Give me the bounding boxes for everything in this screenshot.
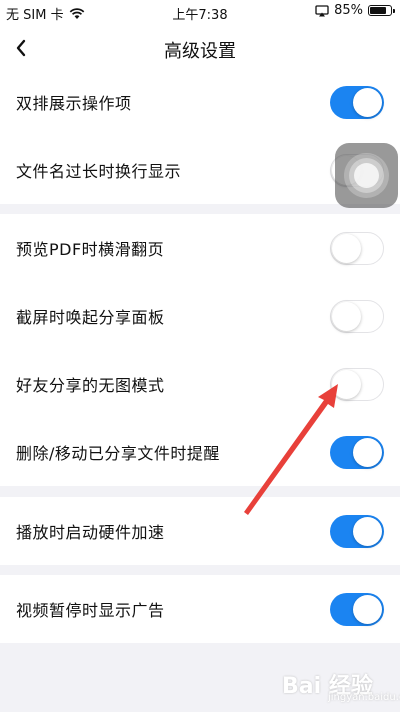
setting-row-shared-file-reminder: 删除/移动已分享文件时提醒 <box>0 418 400 486</box>
battery-percent: 85% <box>334 3 363 18</box>
watermark-subtext: jingyan.baidu.com <box>328 692 400 703</box>
toggle-knob <box>353 517 382 546</box>
setting-label: 文件名过长时换行显示 <box>16 162 182 181</box>
setting-label: 好友分享的无图模式 <box>16 376 165 395</box>
status-right: 85% <box>315 3 395 18</box>
baidu-watermark: Bai 经验 jingyan.baidu.com <box>282 658 400 708</box>
setting-row-hardware-acceleration: 播放时启动硬件加速 <box>0 497 400 565</box>
setting-row-pause-ads: 视频暂停时显示广告 <box>0 575 400 643</box>
toggle-switch[interactable] <box>330 86 384 119</box>
battery-fill <box>370 7 386 14</box>
setting-label: 删除/移动已分享文件时提醒 <box>16 444 220 463</box>
settings-group-3: 播放时启动硬件加速 <box>0 497 400 565</box>
toggle-switch[interactable] <box>330 436 384 469</box>
setting-row-dual-actions: 双排展示操作项 <box>0 68 400 136</box>
toggle-switch[interactable] <box>330 232 384 265</box>
toggle-switch[interactable] <box>330 300 384 333</box>
toggle-switch[interactable] <box>330 368 384 401</box>
settings-group-2: 预览PDF时横滑翻页 截屏时唤起分享面板 好友分享的无图模式 删除/移动已分享文… <box>0 214 400 486</box>
toggle-knob <box>332 302 361 331</box>
toggle-knob <box>353 88 382 117</box>
setting-label: 视频暂停时显示广告 <box>16 601 165 620</box>
assistive-touch-ring <box>354 163 379 188</box>
assistive-touch-button[interactable] <box>335 143 398 208</box>
setting-row-screenshot-share: 截屏时唤起分享面板 <box>0 282 400 350</box>
toggle-knob <box>332 370 361 399</box>
setting-row-no-image-mode: 好友分享的无图模式 <box>0 350 400 418</box>
setting-label: 双排展示操作项 <box>16 94 132 113</box>
toggle-switch[interactable] <box>330 593 384 626</box>
battery-icon <box>368 5 395 16</box>
toggle-knob <box>353 595 382 624</box>
setting-label: 截屏时唤起分享面板 <box>16 308 165 327</box>
toggle-switch[interactable] <box>330 515 384 548</box>
setting-row-pdf-swipe: 预览PDF时横滑翻页 <box>0 214 400 282</box>
setting-label: 播放时启动硬件加速 <box>16 523 165 542</box>
status-bar: 无 SIM 卡 上午7:38 85% <box>0 0 400 24</box>
page-title: 高级设置 <box>164 41 236 62</box>
nav-bar: 高级设置 <box>0 24 400 74</box>
toggle-knob <box>332 234 361 263</box>
screen-mirroring-icon <box>315 4 329 16</box>
toggle-knob <box>353 438 382 467</box>
setting-label: 预览PDF时横滑翻页 <box>16 240 165 259</box>
settings-group-4: 视频暂停时显示广告 <box>0 575 400 643</box>
